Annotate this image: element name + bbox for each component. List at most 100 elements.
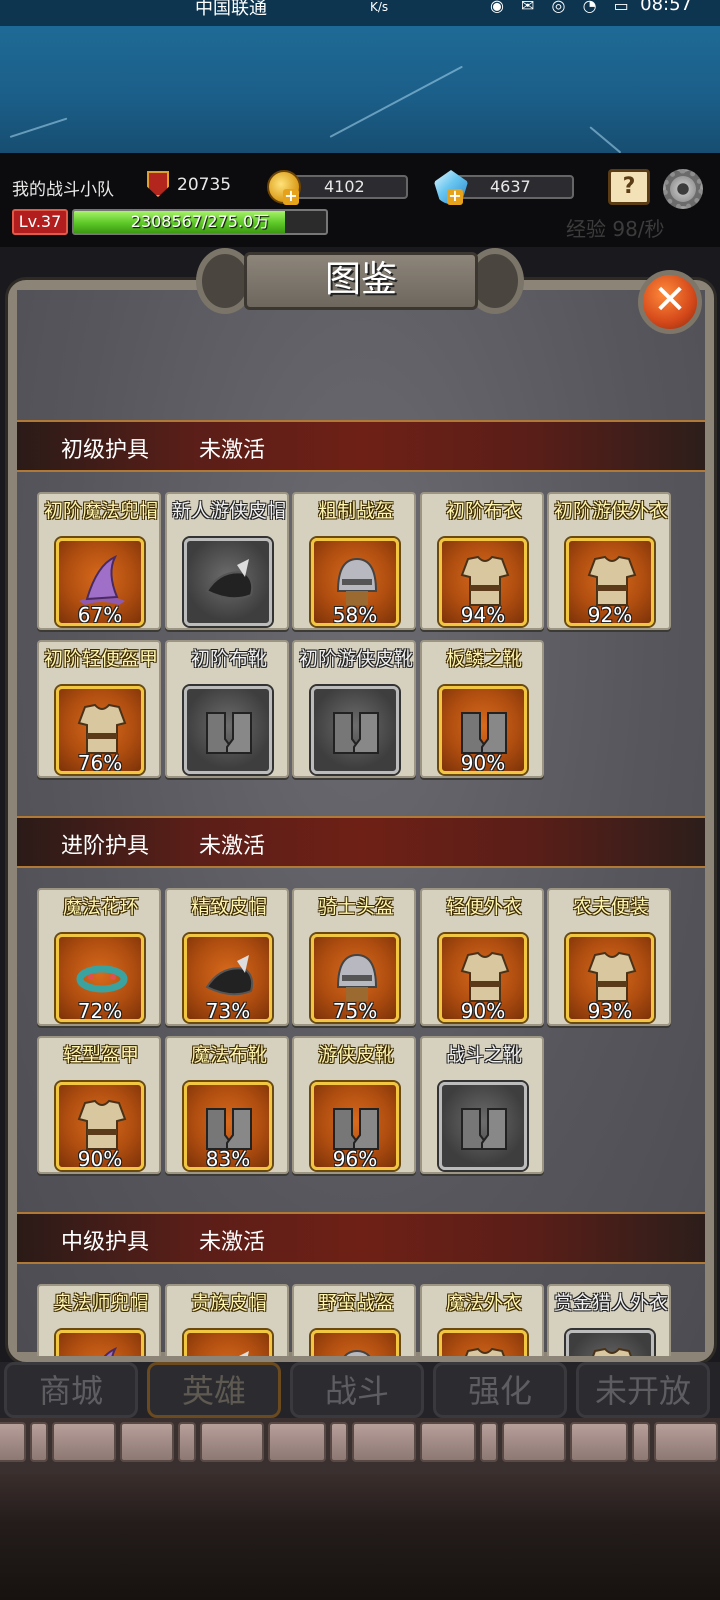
equipment-name: 骑士头盔 (317, 896, 394, 918)
nav-tab-4[interactable]: 未开放 (576, 1362, 710, 1418)
brick (30, 1422, 48, 1462)
status-bar: 中国联通 K/s ◉ ✉ ◎ ◔ ▭ 08:57 (0, 0, 720, 26)
equipment-card[interactable]: 魔法外衣 (420, 1284, 544, 1356)
status-icons: ◉ ✉ ◎ ◔ ▭ (490, 0, 635, 15)
close-button[interactable]: ✕ (638, 270, 702, 334)
equipment-name: 战斗之靴 (445, 1044, 522, 1066)
collection-percent: 90% (460, 999, 506, 1022)
equipment-icon-frame (56, 1330, 144, 1356)
brick (480, 1422, 498, 1462)
gear-icon[interactable] (663, 169, 703, 209)
collection-percent: 90% (77, 1147, 123, 1170)
equipment-name: 农夫便装 (572, 896, 649, 918)
equipment-name: 轻型盔甲 (62, 1044, 139, 1066)
panel-title: 图鉴 (244, 252, 478, 310)
equipment-card[interactable]: 轻便外衣 90% (420, 888, 544, 1026)
brick (268, 1422, 326, 1462)
equipment-icon-frame: 72% (56, 934, 144, 1022)
power-value: 20735 (177, 175, 232, 195)
equipment-name: 初阶游侠外衣 (553, 500, 668, 522)
brick (178, 1422, 196, 1462)
equipment-icon-frame: 92% (566, 538, 654, 626)
nav-tab-3[interactable]: 强化 (433, 1362, 567, 1418)
section-status: 未激活 (199, 438, 266, 463)
equipment-icon-frame: 96% (311, 1082, 399, 1170)
equipment-icon-frame (184, 538, 272, 626)
nav-tab-1[interactable]: 英雄 (147, 1362, 281, 1418)
brick (352, 1422, 416, 1462)
equipment-card[interactable]: 初阶游侠外衣 92% (547, 492, 671, 630)
equipment-name: 板鳞之靴 (445, 648, 522, 670)
equipment-card[interactable]: 赏金猎人外衣 (547, 1284, 671, 1356)
carrier-name: 中国联通 (195, 0, 267, 19)
equipment-card[interactable]: 魔法布靴 83% (165, 1036, 289, 1174)
collection-percent: 83% (205, 1147, 251, 1170)
help-book-icon[interactable]: ? (608, 169, 650, 205)
equipment-icon-frame: 94% (439, 538, 527, 626)
equipment-card[interactable]: 战斗之靴 (420, 1036, 544, 1174)
equipment-card[interactable]: 初阶布衣 94% (420, 492, 544, 630)
equipment-icon-frame (184, 1330, 272, 1356)
equipment-icon-frame (439, 1082, 527, 1170)
equipment-card[interactable]: 野蛮战盔 (292, 1284, 416, 1356)
equipment-name: 初阶布靴 (190, 648, 267, 670)
power-shield-icon (147, 171, 169, 197)
equipment-name: 游侠皮靴 (317, 1044, 394, 1066)
equipment-icon-frame: 75% (311, 934, 399, 1022)
section-header: 初级护具 未激活 (17, 420, 705, 472)
equipment-icon-frame: 67% (56, 538, 144, 626)
collection-percent: 92% (587, 603, 633, 626)
equipment-card[interactable]: 轻型盔甲 90% (37, 1036, 161, 1174)
brick (330, 1422, 348, 1462)
equipment-name: 魔法花环 (62, 896, 139, 918)
equipment-card[interactable]: 农夫便装 93% (547, 888, 671, 1026)
gem-bar[interactable]: 4637 (456, 175, 574, 199)
equipment-name: 初阶轻便盔甲 (43, 648, 158, 670)
gem-value: 4637 (490, 177, 531, 196)
brick (502, 1422, 566, 1462)
collection-percent: 58% (332, 603, 378, 626)
brick (52, 1422, 116, 1462)
equipment-card[interactable]: 初阶轻便盔甲 76% (37, 640, 161, 778)
brick (200, 1422, 264, 1462)
equipment-card[interactable]: 贵族皮帽 (165, 1284, 289, 1356)
brick (0, 1422, 26, 1462)
equipment-card[interactable]: 初阶布靴 (165, 640, 289, 778)
equipment-name: 初阶布衣 (445, 500, 522, 522)
level-badge: Lv.37 (12, 209, 68, 235)
equipment-card[interactable]: 精致皮帽 73% (165, 888, 289, 1026)
exp-rate: 经验 98/秒 (566, 217, 665, 241)
section-name: 中级护具 (61, 1230, 150, 1255)
add-gold-icon[interactable]: + (283, 188, 299, 205)
section-header: 进阶护具 未激活 (17, 816, 705, 868)
equipment-card[interactable]: 初阶魔法兜帽 67% (37, 492, 161, 630)
equipment-card[interactable]: 骑士头盔 75% (292, 888, 416, 1026)
equipment-card[interactable]: 粗制战盔 58% (292, 492, 416, 630)
nav-tab-0[interactable]: 商城 (4, 1362, 138, 1418)
brick (654, 1422, 718, 1462)
add-gem-icon[interactable]: + (447, 188, 463, 205)
equipment-card[interactable]: 魔法花环 72% (37, 888, 161, 1026)
equipment-card[interactable]: 初阶游侠皮靴 (292, 640, 416, 778)
codex-list[interactable]: 初级护具 未激活 初阶魔法兜帽 67% 新人游侠皮帽 粗制战盔 58% 初阶布衣 94% 初阶游侠… (17, 420, 705, 1356)
equipment-card[interactable]: 新人游侠皮帽 (165, 492, 289, 630)
nav-tab-2[interactable]: 战斗 (290, 1362, 424, 1418)
equipment-icon-frame: 93% (566, 934, 654, 1022)
collection-percent: 72% (77, 999, 123, 1022)
team-name: 我的战斗小队 (12, 180, 114, 200)
equipment-name: 赏金猎人外衣 (553, 1292, 668, 1314)
equipment-name: 精致皮帽 (190, 896, 267, 918)
section-name: 进阶护具 (61, 834, 150, 859)
gold-bar[interactable]: 4102 (290, 175, 408, 199)
equipment-icon-frame (566, 1330, 654, 1356)
brick (632, 1422, 650, 1462)
collection-percent: 73% (205, 999, 251, 1022)
network-speed: K/s (370, 0, 389, 14)
equipment-card[interactable]: 板鳞之靴 90% (420, 640, 544, 778)
brick (120, 1422, 174, 1462)
equipment-card[interactable]: 奥法师兜帽 (37, 1284, 161, 1356)
equipment-card[interactable]: 游侠皮靴 96% (292, 1036, 416, 1174)
exp-text: 2308567/275.0万 (130, 212, 270, 231)
equipment-name: 贵族皮帽 (190, 1292, 267, 1314)
equipment-icon-frame: 58% (311, 538, 399, 626)
